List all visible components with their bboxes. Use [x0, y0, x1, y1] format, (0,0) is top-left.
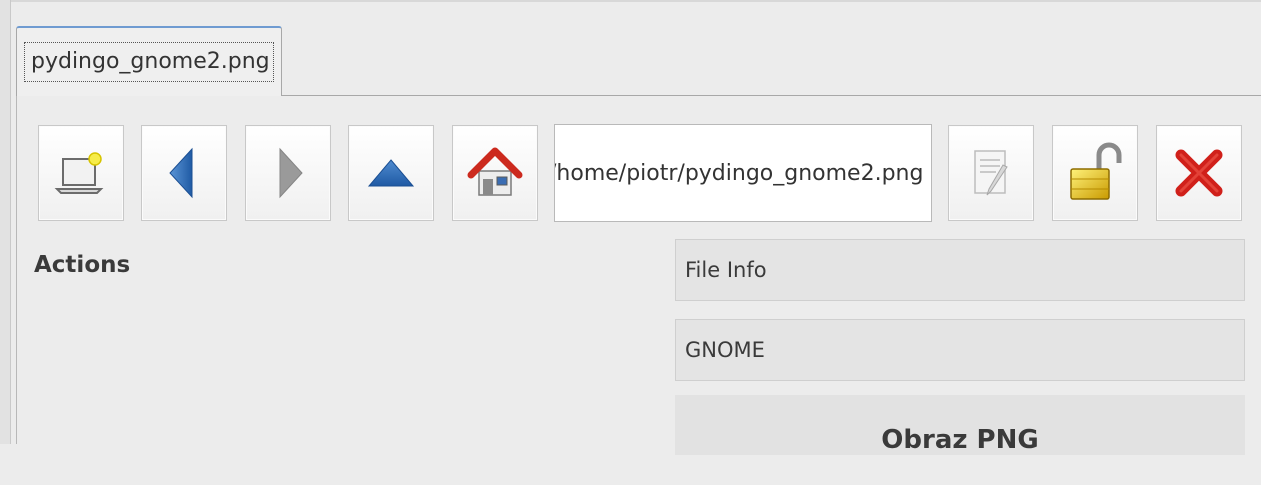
- back-button[interactable]: [141, 125, 227, 221]
- panel-border: [16, 96, 17, 444]
- laptop-with-light-icon: [53, 145, 109, 201]
- edit-document-icon: [963, 143, 1019, 203]
- close-button[interactable]: [1156, 125, 1242, 221]
- file-info-field: File Info: [675, 239, 1245, 301]
- desktop-field: GNOME: [675, 319, 1245, 381]
- padlock-open-icon: [1065, 141, 1125, 205]
- home-icon: [465, 143, 525, 203]
- window-left-edge: [0, 0, 11, 444]
- window-top-edge: [0, 0, 1261, 2]
- close-x-icon: [1171, 145, 1227, 201]
- arrow-up-icon: [361, 148, 421, 198]
- new-window-button[interactable]: [38, 125, 124, 221]
- arrow-left-icon: [156, 143, 212, 203]
- path-input[interactable]: [554, 124, 932, 222]
- home-button[interactable]: [452, 125, 538, 221]
- edit-button[interactable]: [948, 125, 1034, 221]
- file-type-heading: Obraz PNG: [675, 395, 1245, 455]
- tab-file[interactable]: pydingo_gnome2.png: [16, 26, 282, 96]
- tab-bar-divider: [282, 95, 1261, 96]
- tab-label: pydingo_gnome2.png: [24, 42, 274, 82]
- unlock-button[interactable]: [1052, 125, 1138, 221]
- forward-button[interactable]: [245, 125, 331, 221]
- actions-heading: Actions: [34, 252, 131, 278]
- up-button[interactable]: [348, 125, 434, 221]
- arrow-right-icon: [260, 143, 316, 203]
